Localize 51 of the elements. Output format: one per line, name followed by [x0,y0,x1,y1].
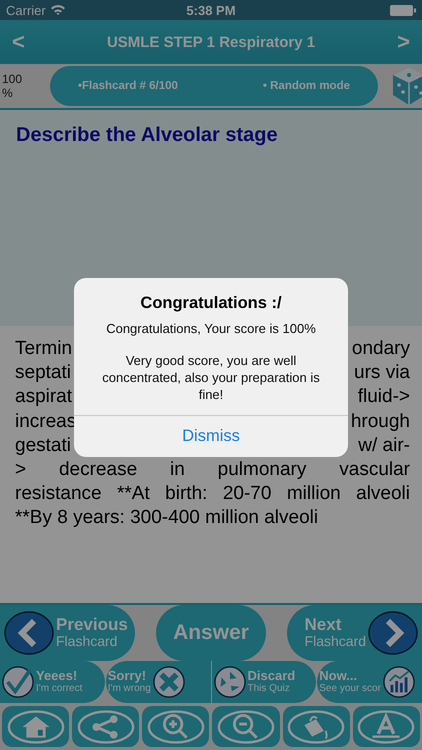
mode-label: • Random mode [262,80,350,92]
dice-icon[interactable] [392,65,422,107]
answer-text: > decrease in pulmonary vascular [15,458,410,482]
home-button[interactable] [2,706,70,747]
back-button[interactable]: < [6,29,31,55]
flashcard-counter: •Flashcard # 6/100 [78,80,178,92]
font-button[interactable] [352,706,420,747]
answer-text: septati [15,361,71,386]
dismiss-button[interactable]: Dismiss [74,415,348,457]
zoom-out-icon [217,708,276,744]
bucket-button[interactable] [282,706,350,747]
letter-icon [357,708,416,744]
answer-text: resistance **At birth: 20-70 million alveoli [15,482,410,506]
answer-text: **By 8 years: 300-400 million alveoli [15,506,320,530]
forward-button[interactable]: > [391,29,416,55]
chart-icon [382,666,415,698]
share-button[interactable] [72,706,140,747]
question-text: Describe the Alveolar stage [16,124,278,146]
answer-text: ondary [352,337,410,361]
answer-text: gestati [15,434,71,458]
alert-message: Congratulations, Your score is 100% [106,320,316,337]
clock-time: 5:38 PM [186,2,236,18]
answer-text: w/ air- [358,434,410,458]
paint-bucket-icon [287,708,346,744]
checkmark-icon [2,666,34,698]
answer-text: aspirat [15,385,72,410]
zoom-in-button[interactable] [142,706,210,747]
zoom-out-button[interactable] [212,706,280,747]
next-flashcard-button[interactable]: Next Flashcard [287,605,422,661]
battery-icon [390,4,416,16]
wifi-icon [50,4,66,16]
carrier-label: Carrier [6,2,46,18]
wrong-button[interactable]: Sorry! I'm wrong [106,661,210,703]
discard-button[interactable]: Discard This Quiz [212,661,316,703]
correct-button[interactable]: Yeees! I'm correct [0,661,105,703]
answer-text: hrough [350,410,410,434]
alert-title: Congratulations :/ [140,294,282,313]
alert-message: Very good score, you are well concentrated, also your preparation is fine! [101,352,321,403]
answer-text: Termin [15,337,72,361]
zoom-in-icon [146,708,205,744]
previous-flashcard-button[interactable]: Previous Flashcard [0,605,135,661]
share-icon [76,708,135,744]
screen-title: USMLE STEP 1 Respiratory 1 [106,34,316,50]
answer-button[interactable]: Answer [156,605,266,661]
score-percent: 100 % [1,72,24,100]
cross-icon [152,666,185,698]
answer-text: fluid-> [358,385,410,410]
score-button[interactable]: Now... See your scor [317,661,422,703]
answer-text: urs via [354,361,410,386]
home-icon [6,708,65,744]
answer-text: increas [15,410,76,434]
